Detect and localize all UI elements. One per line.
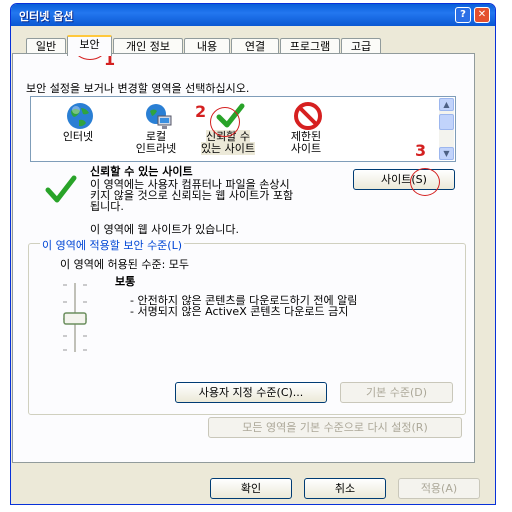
scroll-down-arrow-icon[interactable]: ▼ [439,147,454,160]
zone-internet[interactable]: 인터넷 [43,97,113,161]
zone-title: 신뢰할 수 있는 사이트 [90,165,193,178]
zone-restricted-sites[interactable]: 제한된 사이트 [271,97,341,161]
annotation-circle-3 [410,168,440,196]
default-level-button[interactable]: 기본 수준(D) [340,382,453,403]
title-bar: 인터넷 옵션 ? ✕ [11,4,495,26]
zone-note: 이 영역에 웹 사이트가 있습니다. [90,223,240,236]
zones-instruction: 보안 설정을 보거나 변경할 영역을 선택하십시오. [26,82,250,95]
allowed-level: 이 영역에 허용된 수준: 모두 [60,258,190,271]
scroll-thumb[interactable] [439,114,454,130]
security-level-slider[interactable] [55,280,95,355]
cancel-button[interactable]: 취소 [304,478,386,499]
zone-label: 인터넷 [62,130,94,143]
help-button[interactable]: ? [455,7,471,23]
apply-button[interactable]: 적용(A) [398,478,480,499]
annotation-number-2: 2 [195,102,207,121]
zone-label: 제한된 사이트 [290,130,322,155]
annotation-circle-2 [210,107,240,137]
zones-scrollbar[interactable]: ▲ ▼ [439,98,454,160]
window-title: 인터넷 옵션 [19,10,74,23]
security-level-title: 이 영역에 적용할 보안 수준(L) [40,237,185,253]
zone-label: 로컬 인트라넷 [135,130,177,155]
globe-icon [67,103,93,129]
intranet-icon [146,104,172,129]
annotation-number-3: 3 [415,141,427,160]
close-button[interactable]: ✕ [474,7,490,23]
zone-local-intranet[interactable]: 로컬 인트라넷 [121,97,191,161]
reset-all-zones-button[interactable]: 모든 영역을 기본 수준으로 다시 설정(R) [208,417,462,438]
scroll-up-arrow-icon[interactable]: ▲ [439,98,454,111]
zone-description: 이 영역에는 사용자 컴퓨터나 파일을 손상시 키지 않을 것으로 신뢰되는 웹… [90,178,294,213]
restricted-icon [294,102,322,130]
custom-level-button[interactable]: 사용자 지정 수준(C)... [175,382,327,403]
level-name: 보통 [115,275,136,288]
tab-security[interactable]: 보안 [67,35,112,56]
level-bullets: - 안전하지 않은 콘텐츠를 다운로드하기 전에 알림 - 서명되지 않은 Ac… [130,294,358,318]
zones-list: 인터넷 로컬 인트라넷 신뢰할 수 있는 사이트 제한된 사이트 ▲ ▼ [30,96,456,162]
ok-button[interactable]: 확인 [210,478,292,499]
trusted-zone-check-icon [45,175,77,203]
